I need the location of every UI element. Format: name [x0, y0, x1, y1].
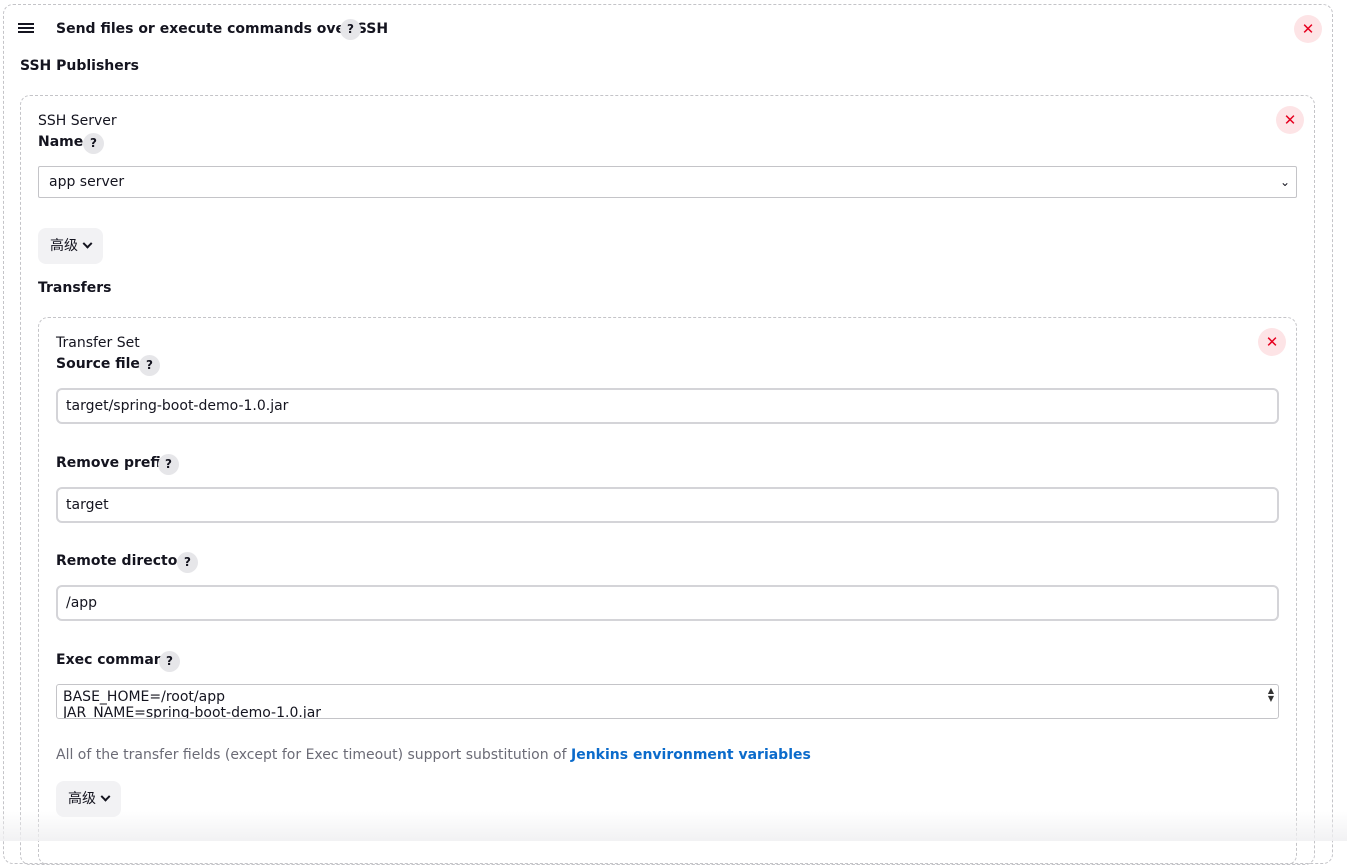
server-advanced-label: 高级: [50, 238, 78, 254]
exec-command-line: JAR_NAME=spring-boot-demo-1.0.jar: [63, 705, 1272, 719]
chevron-down-icon: [83, 239, 93, 249]
env-vars-note: All of the transfer fields (except for E…: [56, 747, 811, 763]
env-vars-note-text: All of the transfer fields (except for E…: [56, 747, 571, 763]
remove-prefix-label: Remove prefix: [56, 455, 170, 471]
transfer-set-label: Transfer Set: [56, 335, 140, 351]
remove-prefix-input[interactable]: target: [56, 487, 1279, 523]
server-name-value: app server: [49, 174, 124, 190]
bottom-fade: [0, 811, 1347, 841]
transfers-label: Transfers: [38, 280, 112, 296]
server-name-select[interactable]: app server ⌄: [38, 166, 1297, 198]
remove-publisher-button[interactable]: ✕: [1294, 15, 1322, 43]
panel-title: Send files or execute commands over SSH: [56, 21, 388, 37]
exec-command-help-icon[interactable]: ?: [159, 651, 180, 672]
remote-directory-input[interactable]: /app: [56, 585, 1279, 621]
remote-directory-help-icon[interactable]: ?: [177, 552, 198, 573]
exec-command-line: BASE_HOME=/root/app: [63, 689, 1272, 705]
remove-server-button[interactable]: ✕: [1276, 106, 1304, 134]
chevron-down-icon: [101, 792, 111, 802]
chevron-down-icon: ⌄: [1280, 167, 1290, 197]
source-files-label: Source files: [56, 356, 148, 372]
exec-command-label: Exec command: [56, 652, 174, 668]
name-help-icon[interactable]: ?: [83, 133, 104, 154]
transfer-advanced-label: 高级: [68, 791, 96, 807]
exec-command-textarea[interactable]: BASE_HOME=/root/app JAR_NAME=spring-boot…: [56, 684, 1279, 719]
drag-handle-icon[interactable]: [18, 21, 36, 37]
source-files-help-icon[interactable]: ?: [139, 355, 160, 376]
ssh-publishers-label: SSH Publishers: [20, 58, 139, 74]
remote-directory-label: Remote directory: [56, 553, 193, 569]
panel-help-icon[interactable]: ?: [340, 19, 361, 40]
source-files-input[interactable]: target/spring-boot-demo-1.0.jar: [56, 388, 1279, 424]
name-label: Name: [38, 134, 83, 150]
jenkins-env-vars-link[interactable]: Jenkins environment variables: [571, 747, 811, 763]
textarea-scrollbar[interactable]: ▲▼: [1266, 687, 1276, 703]
ssh-server-label: SSH Server: [38, 113, 117, 129]
server-advanced-button[interactable]: 高级: [38, 228, 103, 264]
remove-prefix-help-icon[interactable]: ?: [158, 454, 179, 475]
remove-transfer-set-button[interactable]: ✕: [1258, 328, 1286, 356]
